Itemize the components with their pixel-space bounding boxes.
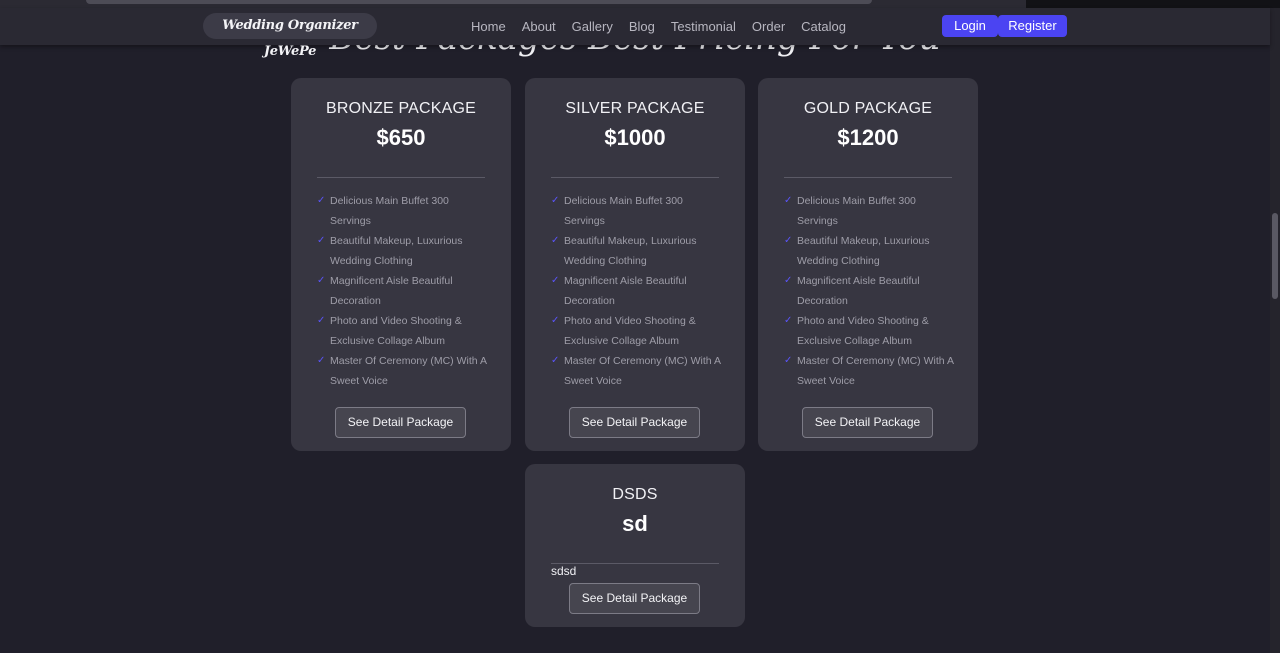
register-button[interactable]: Register — [998, 15, 1067, 37]
see-detail-button[interactable]: See Detail Package — [569, 407, 700, 438]
package-price: $1000 — [604, 125, 666, 150]
feature-item: ✓ Master Of Ceremony (MC) With A Sweet Vo… — [784, 351, 956, 391]
package-price: sd — [622, 511, 648, 536]
check-icon: ✓ — [784, 195, 793, 206]
feature-text: Master Of Ceremony (MC) With A Sweet Voi… — [330, 355, 487, 387]
feature-item: ✓ Master Of Ceremony (MC) With A Sweet Vo… — [551, 351, 723, 391]
feature-text: Magnificent Aisle Beautiful Decoration — [797, 275, 920, 307]
feature-list: ✓ Delicious Main Buffet 300 Servings ✓ Bea… — [551, 191, 723, 391]
package-price: $1200 — [837, 125, 899, 150]
feature-item: ✓ Magnificent Aisle Beautiful Decoration — [317, 271, 489, 311]
nav-link-about[interactable]: About — [522, 19, 556, 34]
feature-item: ✓ Photo and Video Shooting & Exclusive Co… — [784, 311, 956, 351]
package-card-custom: DSDS sd sdsd See Detail Package — [525, 464, 745, 627]
see-detail-button[interactable]: See Detail Package — [335, 407, 466, 438]
check-icon: ✓ — [784, 275, 793, 286]
browser-tab[interactable] — [86, 0, 872, 4]
feature-item: ✓ Delicious Main Buffet 300 Servings — [551, 191, 723, 231]
nav-link-blog[interactable]: Blog — [629, 19, 655, 34]
package-description: sdsd — [551, 564, 577, 578]
page-scrollbar[interactable] — [1270, 8, 1280, 653]
feature-item: ✓ Master Of Ceremony (MC) With A Sweet Vo… — [317, 351, 489, 391]
nav-link-home[interactable]: Home — [471, 19, 506, 34]
check-icon: ✓ — [784, 315, 793, 326]
card-divider — [784, 177, 952, 178]
package-title: SILVER PACKAGE — [565, 100, 705, 117]
feature-list: ✓ Delicious Main Buffet 300 Servings ✓ Bea… — [317, 191, 489, 391]
card-divider — [551, 177, 719, 178]
feature-item: ✓ Magnificent Aisle Beautiful Decoration — [551, 271, 723, 311]
feature-item: ✓ Beautiful Makeup, Luxurious Wedding Clo… — [317, 231, 489, 271]
feature-list: ✓ Delicious Main Buffet 300 Servings ✓ Bea… — [784, 191, 956, 391]
feature-item: ✓ Photo and Video Shooting & Exclusive Co… — [551, 311, 723, 351]
feature-text: Delicious Main Buffet 300 Servings — [330, 195, 449, 227]
nav-link-testimonial[interactable]: Testimonial — [671, 19, 736, 34]
feature-text: Delicious Main Buffet 300 Servings — [797, 195, 916, 227]
feature-item: ✓ Beautiful Makeup, Luxurious Wedding Clo… — [784, 231, 956, 271]
package-title: DSDS — [612, 486, 658, 503]
feature-item: ✓ Photo and Video Shooting & Exclusive Co… — [317, 311, 489, 351]
check-icon: ✓ — [551, 195, 560, 206]
feature-text: Beautiful Makeup, Luxurious Wedding Clot… — [564, 235, 697, 267]
package-card-silver: SILVER PACKAGE $1000 ✓ Delicious Main Buf… — [525, 78, 745, 451]
package-title: BRONZE PACKAGE — [325, 100, 477, 117]
package-card-bronze: BRONZE PACKAGE $650 ✓ Delicious Main Buff… — [291, 78, 511, 451]
package-title: GOLD PACKAGE — [803, 100, 933, 117]
check-icon: ✓ — [551, 355, 560, 366]
feature-text: Photo and Video Shooting & Exclusive Col… — [330, 315, 462, 347]
nav-link-gallery[interactable]: Gallery — [572, 19, 613, 34]
check-icon: ✓ — [551, 315, 560, 326]
feature-item: ✓ Delicious Main Buffet 300 Servings — [784, 191, 956, 231]
card-divider — [317, 177, 485, 178]
check-icon: ✓ — [551, 275, 560, 286]
nav-links: Home About Gallery Blog Testimonial Orde… — [463, 8, 854, 45]
brand-logo[interactable]: Wedding Organizer JeWePe — [203, 13, 377, 59]
feature-text: Delicious Main Buffet 300 Servings — [564, 195, 683, 227]
login-button[interactable]: Login — [942, 15, 998, 37]
feature-item: ✓ Magnificent Aisle Beautiful Decoration — [784, 271, 956, 311]
package-card-gold: GOLD PACKAGE $1200 ✓ Delicious Main Buffe… — [758, 78, 978, 451]
feature-text: Photo and Video Shooting & Exclusive Col… — [564, 315, 696, 347]
check-icon: ✓ — [317, 195, 326, 206]
check-icon: ✓ — [317, 315, 326, 326]
check-icon: ✓ — [784, 235, 793, 246]
navbar: Wedding Organizer JeWePe Home About Gall… — [0, 8, 1270, 59]
feature-text: Master Of Ceremony (MC) With A Sweet Voi… — [797, 355, 954, 387]
feature-text: Master Of Ceremony (MC) With A Sweet Voi… — [564, 355, 721, 387]
scrollbar-thumb[interactable] — [1272, 213, 1278, 299]
check-icon: ✓ — [317, 235, 326, 246]
feature-text: Beautiful Makeup, Luxurious Wedding Clot… — [330, 235, 463, 267]
see-detail-button[interactable]: See Detail Package — [569, 583, 700, 614]
package-price: $650 — [376, 125, 426, 150]
check-icon: ✓ — [551, 235, 560, 246]
feature-item: ✓ Beautiful Makeup, Luxurious Wedding Clo… — [551, 231, 723, 271]
feature-text: Magnificent Aisle Beautiful Decoration — [330, 275, 453, 307]
browser-panel-edge — [1026, 0, 1280, 8]
nav-link-order[interactable]: Order — [752, 19, 785, 34]
feature-text: Magnificent Aisle Beautiful Decoration — [564, 275, 687, 307]
check-icon: ✓ — [784, 355, 793, 366]
feature-text: Photo and Video Shooting & Exclusive Col… — [797, 315, 929, 347]
check-icon: ✓ — [317, 275, 326, 286]
nav-link-catalog[interactable]: Catalog — [801, 19, 846, 34]
check-icon: ✓ — [317, 355, 326, 366]
feature-text: Beautiful Makeup, Luxurious Wedding Clot… — [797, 235, 930, 267]
feature-item: ✓ Delicious Main Buffet 300 Servings — [317, 191, 489, 231]
see-detail-button[interactable]: See Detail Package — [802, 407, 933, 438]
